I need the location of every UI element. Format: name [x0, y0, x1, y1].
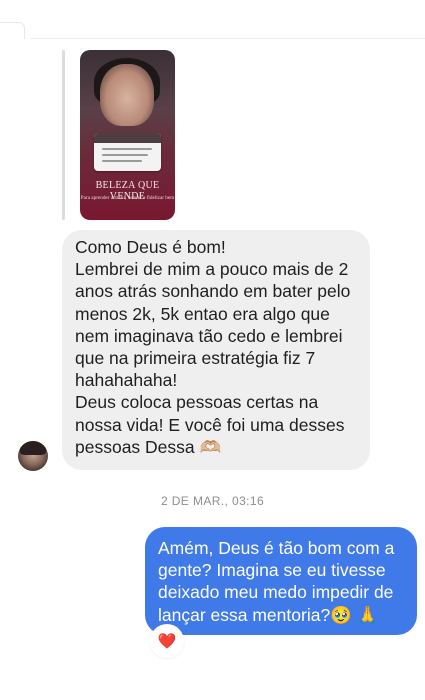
question-sticker-header [94, 133, 161, 143]
top-bar [0, 0, 425, 40]
story-person-face [100, 64, 154, 126]
message-timestamp: 2 DE MAR., 03:16 [160, 494, 265, 508]
question-sticker-line [102, 148, 152, 150]
story-reply-thumbnail[interactable]: BELEZA QUE VENDE Para aprender a atrair,… [80, 50, 175, 220]
avatar-hair [20, 441, 46, 455]
question-sticker-line [102, 160, 142, 162]
outgoing-message-text: Amém, Deus é tão bom com a gente? Imagin… [158, 538, 395, 625]
heart-reaction-icon[interactable]: ❤️ [152, 626, 182, 656]
header-corner [0, 22, 25, 39]
incoming-message-bubble[interactable]: Como Deus é bom! Lembrei de mim a pouco m… [62, 230, 370, 470]
header-divider [30, 38, 425, 39]
story-subline: Para aprender a atrair, vender e fideliz… [80, 195, 175, 201]
story-reply-indicator [62, 50, 65, 220]
incoming-message-text: Como Deus é bom! Lembrei de mim a pouco m… [75, 237, 351, 457]
outgoing-message-bubble[interactable]: Amém, Deus é tão bom com a gente? Imagin… [145, 527, 417, 635]
question-sticker-line [102, 154, 148, 156]
story-question-sticker [94, 133, 161, 171]
sender-avatar[interactable] [18, 441, 48, 471]
